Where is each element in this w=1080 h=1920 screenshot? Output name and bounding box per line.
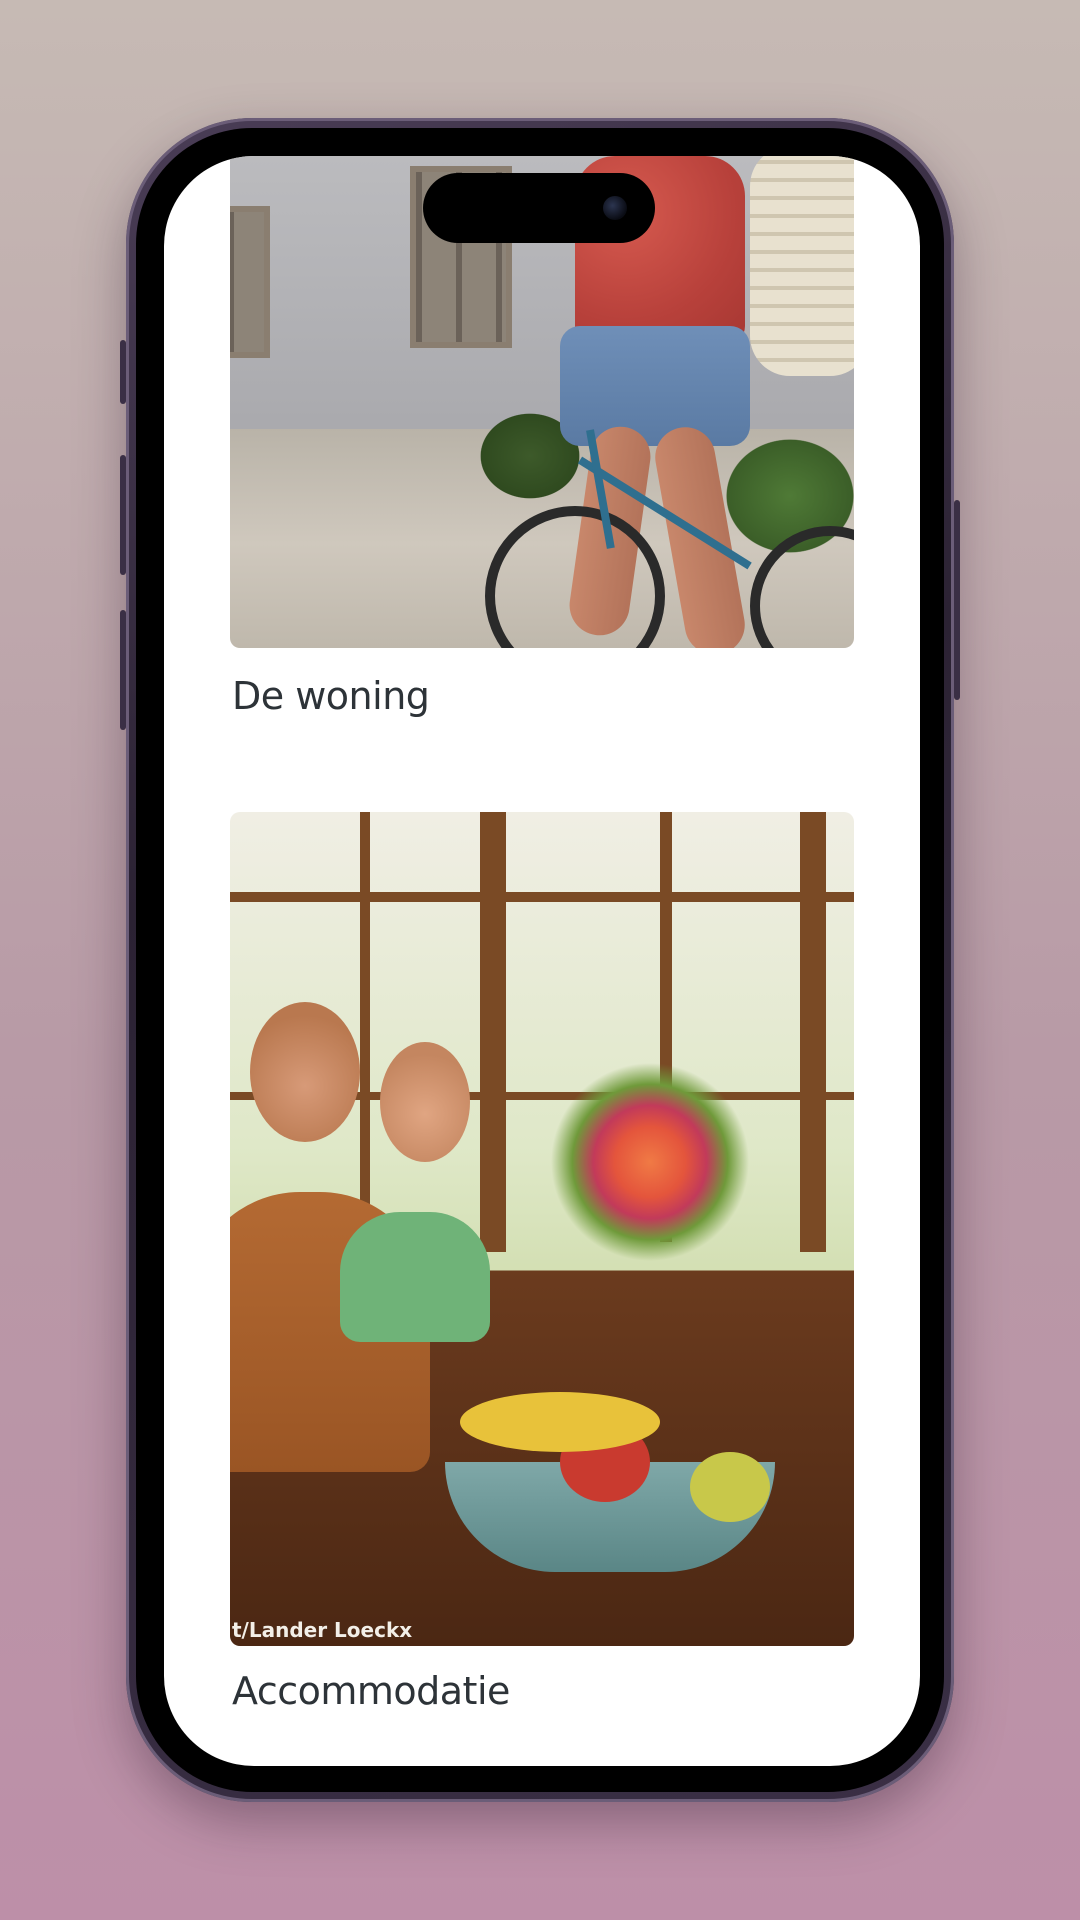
power-button bbox=[954, 500, 960, 700]
cyclist-shorts bbox=[560, 326, 750, 446]
diner-man bbox=[340, 1212, 490, 1342]
app-screen: De woning t/Lander Loeckx Accommodatie bbox=[164, 156, 920, 1766]
diner-head bbox=[380, 1042, 470, 1162]
dynamic-island bbox=[423, 173, 655, 243]
window-frame bbox=[360, 812, 370, 1232]
card-title-accommodatie[interactable]: Accommodatie bbox=[232, 1669, 510, 1713]
window-frame bbox=[800, 812, 826, 1252]
flower-bouquet bbox=[550, 1062, 750, 1262]
action-button bbox=[120, 340, 126, 404]
volume-down-button bbox=[120, 610, 126, 730]
bike-wheel bbox=[750, 526, 854, 648]
card-title-de-woning[interactable]: De woning bbox=[232, 674, 430, 718]
card-image-accommodatie[interactable]: t/Lander Loeckx bbox=[230, 812, 854, 1646]
front-camera-icon bbox=[603, 196, 627, 220]
cyclist-two bbox=[750, 156, 854, 376]
fruit-pear bbox=[690, 1452, 770, 1522]
window-frame bbox=[230, 892, 854, 902]
fruit-banana bbox=[460, 1392, 660, 1452]
window-frame bbox=[480, 812, 506, 1252]
house-window bbox=[230, 206, 270, 358]
volume-up-button bbox=[120, 455, 126, 575]
diner-head bbox=[250, 1002, 360, 1142]
photo-credit: t/Lander Loeckx bbox=[232, 1618, 413, 1642]
